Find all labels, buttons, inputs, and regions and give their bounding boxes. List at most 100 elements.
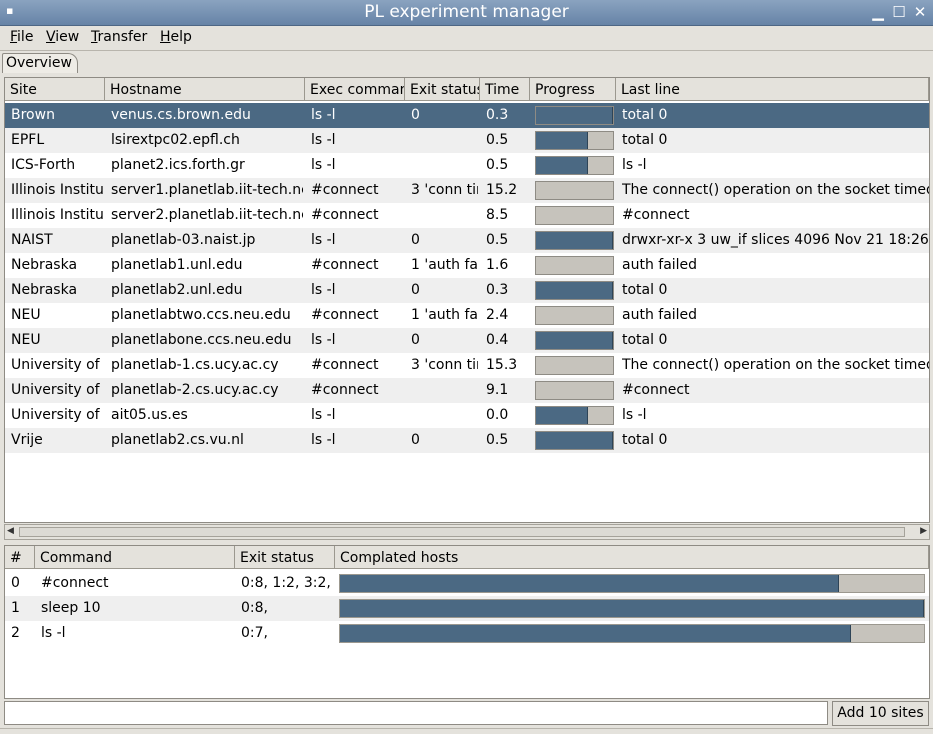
progress-fill [536,107,613,124]
completed-hosts-fill [340,575,840,592]
progress-bar [535,306,614,325]
column-header-hostname[interactable]: Hostname [105,78,305,101]
column-header-number[interactable]: # [5,546,35,569]
cell-hostname: ait05.us.es [111,407,188,423]
cell-exec-command: #connect [311,307,379,323]
table-row[interactable]: NEU planetlabone.ccs.neu.edu ls -l 0 0.4 tota… [5,328,929,353]
cell-hostname: planetlab-03.naist.jp [111,232,256,248]
table-row[interactable]: Brown venus.cs.brown.edu ls -l 0 0.3 total 0 [5,103,929,128]
table-row[interactable]: Illinois Institute server1.planetlab.iit-… [5,178,929,203]
menu-help[interactable]: Help [160,29,192,45]
progress-bar [535,281,614,300]
cell-exec-command: ls -l [311,432,336,448]
cell-hostname: server2.planetlab.iit-tech.net [111,207,303,223]
progress-bar [535,156,614,175]
cell-last-line: drwxr-xr-x 3 uw_if slices 4096 Nov 21 18… [622,232,929,248]
table-row[interactable]: EPFL lsirextpc02.epfl.ch ls -l 0.5 total 0 [5,128,929,153]
progress-fill [536,132,588,149]
column-header-exit-status[interactable]: Exit status [405,78,480,101]
table-row[interactable]: 0 #connect 0:8, 1:2, 3:2, [5,571,929,596]
menu-file[interactable]: File [10,29,33,45]
cell-exit-status: 1 'auth failed' [411,257,478,273]
cell-last-line: auth failed [622,307,698,323]
maximize-icon[interactable]: ☐ [890,3,908,21]
table-row[interactable]: Illinois Institute server2.planetlab.iit-… [5,203,929,228]
cell-exec-command: #connect [311,357,379,373]
cell-site: EPFL [11,132,45,148]
scroll-left-icon[interactable]: ◀ [7,526,14,536]
menu-view[interactable]: View [46,29,79,45]
table-row[interactable]: ICS-Forth planet2.ics.forth.gr ls -l 0.5 ls … [5,153,929,178]
cell-hostname: planetlab-2.cs.ucy.ac.cy [111,382,279,398]
table-row[interactable]: Nebraska planetlab2.unl.edu ls -l 0 0.3 total… [5,278,929,303]
cell-hostname: planet2.ics.forth.gr [111,157,245,173]
cell-hostname: server1.planetlab.iit-tech.net [111,182,303,198]
table-row[interactable]: NAIST planetlab-03.naist.jp ls -l 0 0.5 drwxr… [5,228,929,253]
cell-time: 2.4 [486,307,509,323]
cell-last-line: total 0 [622,107,668,123]
cell-site: Illinois Institute [11,207,103,223]
add-sites-button[interactable]: Add 10 sites [832,701,929,726]
progress-bar [535,206,614,225]
column-header-exit-status[interactable]: Exit status [235,546,335,569]
command-input[interactable] [4,701,828,725]
cell-exit-status: 0 [411,282,420,298]
table-row[interactable]: University of Cyprus planetlab-1.cs.ucy.a… [5,353,929,378]
cell-last-line: ls -l [622,407,647,423]
title-bar[interactable]: ▪ PL experiment manager ▁ ☐ ✕ [0,0,933,26]
scroll-right-icon[interactable]: ▶ [920,526,927,536]
cell-exec-command: #connect [311,382,379,398]
scrollbar-thumb[interactable] [19,527,905,537]
column-header-completed-hosts[interactable]: Complated hosts [335,546,929,569]
cell-exec-command: ls -l [311,282,336,298]
cell-time: 0.5 [486,232,509,248]
column-header-progress[interactable]: Progress [530,78,616,101]
menu-transfer[interactable]: Transfer [91,29,147,45]
cell-time: 15.2 [486,182,518,198]
table-row[interactable]: University of Seville ait05.us.es ls -l 0.0… [5,403,929,428]
progress-fill [536,157,588,174]
table-row[interactable]: NEU planetlabtwo.ccs.neu.edu #connect 1 'au… [5,303,929,328]
cell-last-line: The connect() operation on the socket ti… [622,357,929,373]
cell-number: 1 [11,600,20,616]
cell-site: Vrije [11,432,43,448]
column-header-last-line[interactable]: Last line [616,78,929,101]
cell-time: 0.4 [486,332,509,348]
horizontal-scrollbar[interactable]: ◀ ▶ [4,524,930,540]
status-bar [0,728,933,734]
table-row[interactable]: 1 sleep 10 0:8, [5,596,929,621]
table-row[interactable]: 2 ls -l 0:7, [5,621,929,646]
column-header-time[interactable]: Time [480,78,530,101]
cell-site: Nebraska [11,282,78,298]
table-row[interactable]: University of Cyprus planetlab-2.cs.ucy.a… [5,378,929,403]
cell-site: NEU [11,332,41,348]
cell-exit-status: 3 'conn timeout' [411,357,478,373]
cell-exec-command: ls -l [311,107,336,123]
close-icon[interactable]: ✕ [911,3,929,21]
cell-last-line: total 0 [622,282,668,298]
table-row[interactable]: Vrije planetlab2.cs.vu.nl ls -l 0 0.5 total 0 [5,428,929,453]
cell-hostname: planetlabtwo.ccs.neu.edu [111,307,291,323]
progress-bar [535,381,614,400]
cell-time: 0.0 [486,407,509,423]
cell-time: 9.1 [486,382,509,398]
cell-command: #connect [41,575,109,591]
cell-exit-status [411,382,478,400]
tab-overview[interactable]: Overview [2,53,78,73]
progress-fill [536,232,613,249]
cell-site: ICS-Forth [11,157,76,173]
table-row[interactable]: Nebraska planetlab1.unl.edu #connect 1 'aut… [5,253,929,278]
cell-hostname: planetlabone.ccs.neu.edu [111,332,292,348]
cell-exit-status [411,157,478,175]
cell-site: University of Cyprus [11,357,103,373]
cell-number: 0 [11,575,20,591]
column-header-command[interactable]: Command [35,546,235,569]
cell-exec-command: ls -l [311,157,336,173]
column-header-site[interactable]: Site [5,78,105,101]
sites-table: Site Hostname Exec command Exit status T… [4,77,930,523]
cell-hostname: planetlab1.unl.edu [111,257,243,273]
progress-fill [536,407,588,424]
cell-last-line: ls -l [622,157,647,173]
minimize-icon[interactable]: ▁ [869,3,887,21]
column-header-exec-command[interactable]: Exec command [305,78,405,101]
